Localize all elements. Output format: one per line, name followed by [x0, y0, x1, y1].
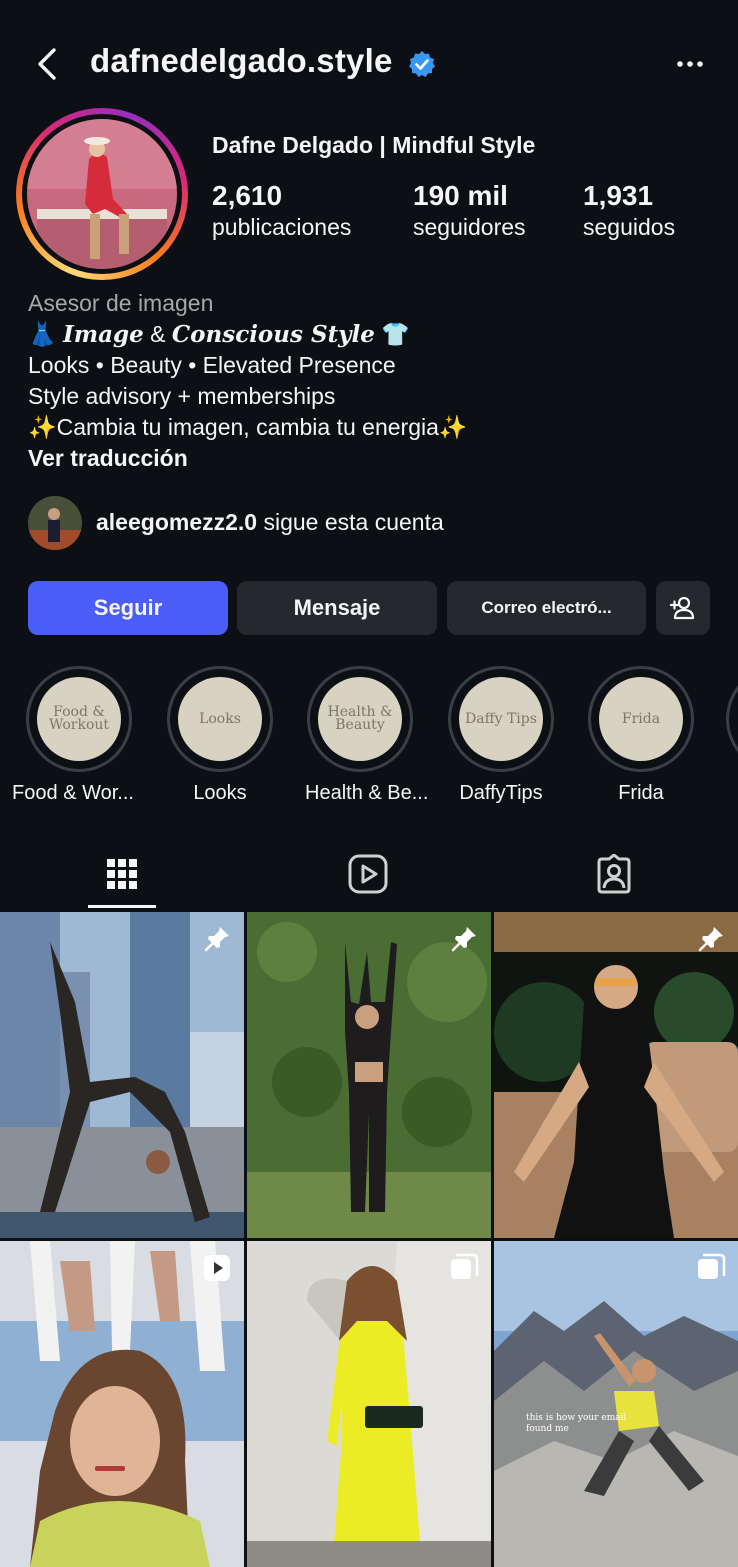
add-person-icon	[669, 596, 695, 620]
pin-icon	[698, 927, 723, 952]
highlight-cover-text: Beauty	[335, 717, 385, 733]
stat-followers-value: 190 mil	[413, 180, 508, 211]
active-tab-indicator	[88, 905, 156, 908]
post-image	[247, 912, 491, 1238]
message-button[interactable]: Mensaje	[237, 581, 437, 635]
stat-following-value: 1,931	[583, 180, 654, 211]
profile-display-name: Dafne Delgado | Mindful Style	[212, 132, 536, 158]
highlight-cover: Food & Workout	[37, 677, 121, 761]
bio-line-1: 👗 Image & Conscious Style 👕	[28, 319, 468, 350]
highlight-cover-text: Daffy Tips	[465, 710, 537, 727]
mutual-follower-username: aleegomezz2.0	[96, 509, 258, 535]
carousel-icon	[698, 1253, 726, 1279]
highlight-label: Looks	[193, 782, 247, 804]
highlight-health-beauty[interactable]: Health & Beauty Health & Be...	[305, 666, 429, 805]
dress-emoji-icon: 👗	[28, 321, 57, 347]
highlight-label: DaffyTips	[459, 782, 543, 804]
followed-by-suffix: sigue esta cuenta	[257, 509, 444, 535]
highlight-daffytips[interactable]: Daffy Tips DaffyTips	[446, 666, 556, 805]
post-tile[interactable]	[494, 912, 738, 1238]
bio-line-3: Style advisory + memberships	[28, 383, 336, 409]
post-image	[494, 1241, 738, 1567]
post-tile[interactable]: this is how your email found me	[494, 1241, 738, 1567]
mutual-follower-avatar[interactable]	[28, 496, 82, 550]
tab-posts-grid[interactable]	[92, 850, 152, 898]
reel-icon	[204, 1255, 230, 1281]
shirt-emoji-icon: 👕	[381, 321, 410, 347]
post-tile[interactable]	[0, 1241, 244, 1567]
profile-avatar[interactable]	[16, 108, 188, 280]
post-tile[interactable]	[247, 912, 491, 1238]
stat-following-label: seguidos	[583, 214, 676, 240]
highlight-label: Food & Wor...	[12, 782, 134, 804]
highlight-cover: Daffy Tips	[459, 677, 543, 761]
post-tile[interactable]	[0, 912, 244, 1238]
pin-icon	[204, 927, 229, 952]
highlight-label: Frida	[618, 782, 664, 804]
followed-by-text[interactable]: aleegomezz2.0 sigue esta cuenta	[96, 509, 444, 536]
stat-posts: 2,610 publicaciones	[212, 180, 351, 241]
more-options-icon[interactable]	[672, 52, 708, 76]
highlight-partial[interactable]	[726, 666, 738, 772]
post-image	[0, 1241, 244, 1567]
highlight-cover: Looks	[178, 677, 262, 761]
stat-followers-label: seguidores	[413, 214, 526, 240]
see-translation-link[interactable]: Ver traducción	[28, 443, 468, 474]
back-chevron-icon[interactable]	[30, 44, 66, 84]
highlight-cover: Health & Beauty	[318, 677, 402, 761]
bio-line-4: ✨Cambia tu imagen, cambia tu energia✨	[28, 414, 468, 440]
bio-ampersand: &	[143, 321, 172, 347]
highlight-cover-text: Frida	[621, 710, 661, 727]
highlight-cover: Frida	[599, 677, 683, 761]
post-image	[0, 912, 244, 1238]
highlight-food-workout[interactable]: Food & Workout Food & Wor...	[12, 666, 134, 805]
tab-reels[interactable]	[338, 850, 398, 898]
grid-icon	[107, 859, 137, 889]
post-tile[interactable]	[247, 1241, 491, 1567]
bio-fancy-word-1: Image	[63, 321, 144, 348]
tagged-icon	[597, 854, 631, 894]
bio-category: Asesor de imagen	[28, 290, 214, 316]
verified-badge-icon	[409, 51, 435, 77]
profile-bio: Asesor de imagen 👗 Image & Conscious Sty…	[28, 288, 468, 474]
highlight-cover-text: Workout	[48, 717, 110, 733]
tab-tagged[interactable]	[584, 850, 644, 898]
reels-icon	[348, 854, 388, 894]
highlight-label: Health & Be...	[305, 782, 429, 804]
post-caption-overlay: this is how your email found me	[526, 1413, 627, 1434]
stat-following[interactable]: 1,931 seguidos	[583, 180, 675, 241]
follow-button[interactable]: Seguir	[28, 581, 228, 635]
bio-line-2: Looks • Beauty • Elevated Presence	[28, 352, 396, 378]
bio-fancy-word-2: Conscious Style	[171, 321, 375, 348]
stat-posts-value: 2,610	[212, 180, 283, 211]
post-image	[494, 912, 738, 1238]
carousel-icon	[451, 1253, 479, 1279]
suggested-users-button[interactable]	[656, 581, 710, 635]
stat-followers[interactable]: 190 mil seguidores	[413, 180, 526, 241]
post-image	[247, 1241, 491, 1567]
stat-posts-label: publicaciones	[212, 214, 352, 240]
email-button[interactable]: Correo electró...	[447, 581, 646, 635]
highlight-looks[interactable]: Looks Looks	[165, 666, 275, 805]
highlight-cover-text: Looks	[199, 710, 241, 727]
profile-username: dafnedelgado.style	[90, 42, 393, 79]
highlight-frida[interactable]: Frida Frida	[586, 666, 696, 805]
pin-icon	[451, 927, 476, 952]
